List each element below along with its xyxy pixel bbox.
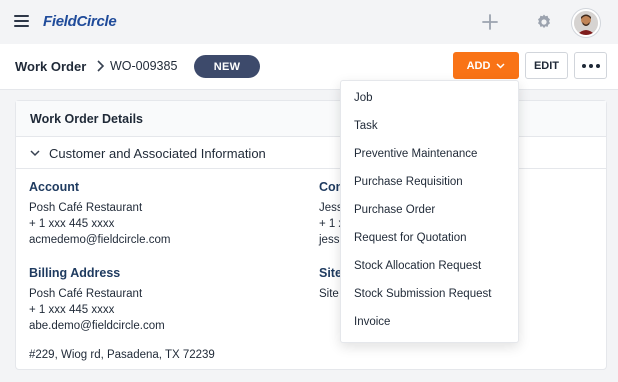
page-header: Work Order WO-009385 NEW ADD EDIT <box>0 44 618 90</box>
menu-item-invoice[interactable]: Invoice <box>341 309 518 337</box>
app-logo[interactable]: FieldCircle <box>43 13 117 30</box>
plus-icon[interactable] <box>480 12 500 32</box>
status-badge[interactable]: NEW <box>194 55 260 78</box>
section-title: Customer and Associated Information <box>49 146 266 161</box>
account-name: Posh Café Restaurant <box>29 202 143 214</box>
top-bar: FieldCircle <box>0 0 618 44</box>
site-name: Site <box>319 288 339 300</box>
add-button-label: ADD <box>466 59 491 72</box>
more-icon[interactable] <box>574 52 607 79</box>
avatar[interactable] <box>572 9 600 37</box>
site-field: Site Site <box>319 266 342 302</box>
billing-phone: + 1 xxx 445 xxxx <box>29 304 115 316</box>
menu-item-job[interactable]: Job <box>341 85 518 113</box>
menu-item-task[interactable]: Task <box>341 113 518 141</box>
breadcrumb-root[interactable]: Work Order <box>15 59 86 74</box>
menu-item-stock-allocation-request[interactable]: Stock Allocation Request <box>341 253 518 281</box>
menu-item-purchase-requisition[interactable]: Purchase Requisition <box>341 169 518 197</box>
menu-item-purchase-order[interactable]: Purchase Order <box>341 197 518 225</box>
add-button[interactable]: ADD <box>453 52 519 79</box>
billing-email[interactable]: abe.demo@fieldcircle.com <box>29 318 215 334</box>
account-field: Account Posh Café Restaurant + 1 xxx 445… <box>29 180 170 248</box>
chevron-down-icon <box>30 150 40 157</box>
gear-icon[interactable] <box>534 12 554 32</box>
billing-address-label: Billing Address <box>29 266 121 280</box>
breadcrumb-current: WO-009385 <box>110 59 178 73</box>
account-email[interactable]: acmedemo@fieldcircle.com <box>29 232 170 248</box>
chevron-right-icon <box>97 60 105 72</box>
account-label: Account <box>29 180 79 194</box>
edit-button[interactable]: EDIT <box>525 52 568 79</box>
billing-street: #229, Wiog rd, Pasadena, TX 72239 <box>29 349 215 361</box>
hamburger-icon[interactable] <box>14 15 29 27</box>
site-label: Site <box>319 266 342 280</box>
menu-item-request-for-quotation[interactable]: Request for Quotation <box>341 225 518 253</box>
add-dropdown-menu: Job Task Preventive Maintenance Purchase… <box>340 80 519 343</box>
chevron-down-icon <box>496 62 505 69</box>
account-phone: + 1 xxx 445 xxxx <box>29 218 115 230</box>
billing-name: Posh Café Restaurant <box>29 288 143 300</box>
menu-item-stock-submission-request[interactable]: Stock Submission Request <box>341 281 518 309</box>
menu-item-preventive-maintenance[interactable]: Preventive Maintenance <box>341 141 518 169</box>
billing-address-field: Billing Address Posh Café Restaurant + 1… <box>29 266 215 363</box>
